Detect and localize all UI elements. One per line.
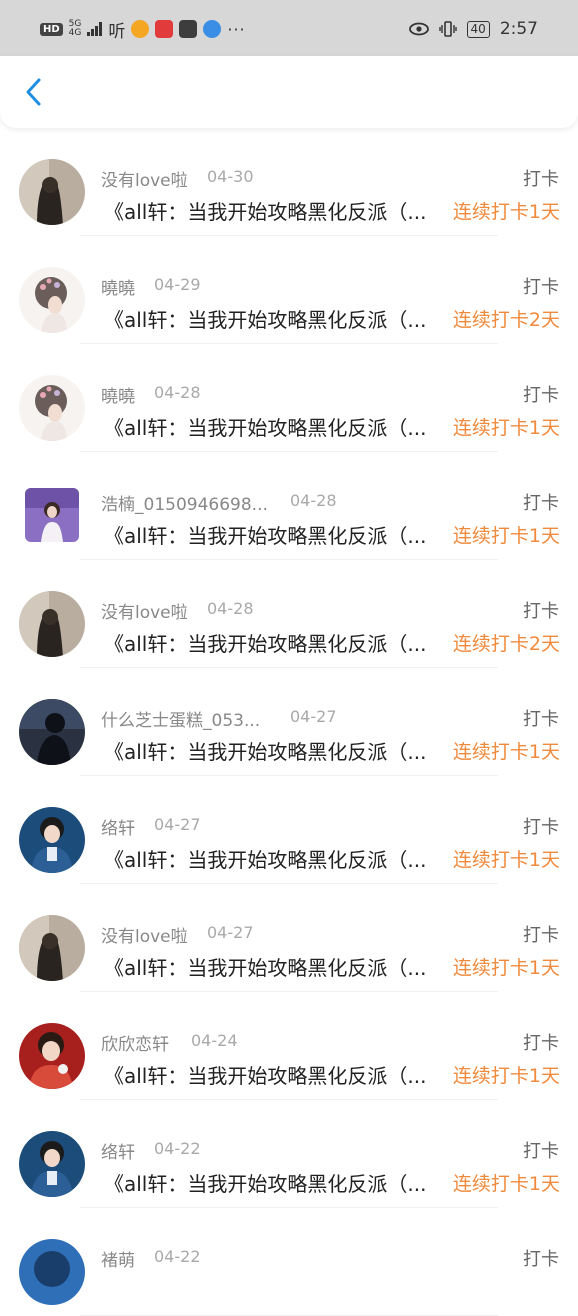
streak-label: 连续打卡1天 [452, 957, 560, 979]
username[interactable]: 没有love啦 [101, 598, 188, 623]
username[interactable]: 没有love啦 [101, 166, 188, 191]
book-title[interactable]: 《all轩：当我开始攻略黑化反派（... [104, 628, 449, 657]
browser-app-icon [203, 20, 222, 38]
streak-label: 连续打卡2天 [452, 633, 560, 655]
book-title[interactable]: 《all轩：当我开始攻略黑化反派（... [104, 1060, 449, 1089]
post-date: 04-28 [154, 383, 201, 402]
post-date: 04-27 [290, 707, 337, 726]
feed-item[interactable]: 曉曉 04-29 打卡 《all轩：当我开始攻略黑化反派（... 连续打卡2天 [0, 236, 578, 344]
red-app-icon [155, 20, 174, 38]
post-date: 04-22 [154, 1247, 201, 1266]
streak-label: 连续打卡1天 [452, 741, 560, 763]
checkin-tag: 打卡 [523, 925, 559, 946]
feed-item[interactable]: 什么芝士蛋糕_053... 04-27 打卡 《all轩：当我开始攻略黑化反派（… [0, 668, 578, 776]
avatar[interactable] [19, 699, 85, 765]
feed-item[interactable]: 络轩 04-22 打卡 《all轩：当我开始攻略黑化反派（... 连续打卡1天 [0, 1100, 578, 1208]
hd-badge: HD [40, 22, 63, 36]
username[interactable]: 欣欣恋轩 [101, 1030, 169, 1055]
listen-app-icon: 听 [108, 21, 126, 42]
checkin-tag: 打卡 [523, 709, 559, 730]
feed-item[interactable]: 没有love啦 04-30 打卡 《all轩：当我开始攻略黑化反派（... 连续… [0, 128, 578, 236]
weibo-icon [131, 20, 150, 38]
book-title[interactable]: 《all轩：当我开始攻略黑化反派（... [104, 520, 449, 549]
post-date: 04-30 [207, 167, 254, 186]
chevron-left-icon [26, 78, 41, 106]
streak-label: 连续打卡1天 [452, 849, 560, 871]
book-title[interactable]: 《all轩：当我开始攻略黑化反派（... [104, 952, 449, 981]
post-date: 04-28 [207, 599, 254, 618]
status-left: HD 5G 4G 听 ··· [40, 18, 246, 42]
streak-label: 连续打卡2天 [452, 309, 560, 331]
feed-item[interactable]: 浩楠_0150946698... 04-28 打卡 《all轩：当我开始攻略黑化… [0, 452, 578, 560]
post-date: 04-24 [191, 1031, 238, 1050]
book-title[interactable]: 《all轩：当我开始攻略黑化反派（... [104, 844, 449, 873]
username[interactable]: 浩楠_0150946698... [101, 490, 268, 515]
book-title[interactable]: 《all轩：当我开始攻略黑化反派（... [104, 304, 449, 333]
feed-item[interactable]: 褚萌 04-22 打卡 [0, 1208, 578, 1316]
avatar[interactable] [19, 1023, 85, 1089]
book-title[interactable]: 《all轩：当我开始攻略黑化反派（... [104, 1168, 449, 1197]
feed-item[interactable]: 曉曉 04-28 打卡 《all轩：当我开始攻略黑化反派（... 连续打卡1天 [0, 344, 578, 452]
avatar[interactable] [19, 1131, 85, 1197]
more-notifications-icon: ··· [227, 19, 246, 39]
clock: 2:57 [499, 19, 538, 39]
username[interactable]: 曉曉 [101, 382, 135, 407]
checkin-tag: 打卡 [523, 169, 559, 190]
battery-icon: 40 [466, 20, 490, 38]
checkin-tag: 打卡 [523, 817, 559, 838]
username[interactable]: 曉曉 [101, 274, 135, 299]
post-date: 04-27 [207, 923, 254, 942]
avatar[interactable] [19, 591, 85, 657]
avatar[interactable] [25, 488, 79, 542]
mail-app-icon [179, 20, 198, 38]
feed-item[interactable]: 络轩 04-27 打卡 《all轩：当我开始攻略黑化反派（... 连续打卡1天 [0, 776, 578, 884]
avatar[interactable] [19, 915, 85, 981]
checkin-tag: 打卡 [523, 601, 559, 622]
avatar[interactable] [19, 159, 85, 225]
post-date: 04-28 [290, 491, 337, 510]
streak-label: 连续打卡1天 [452, 417, 560, 439]
username[interactable]: 络轩 [101, 814, 135, 839]
streak-label: 连续打卡1天 [452, 1173, 560, 1195]
checkin-tag: 打卡 [523, 1249, 559, 1270]
streak-label: 连续打卡1天 [452, 1065, 560, 1087]
post-date: 04-27 [154, 815, 201, 834]
username[interactable]: 络轩 [101, 1138, 135, 1163]
feed-item[interactable]: 欣欣恋轩 04-24 打卡 《all轩：当我开始攻略黑化反派（... 连续打卡1… [0, 992, 578, 1100]
book-title[interactable]: 《all轩：当我开始攻略黑化反派（... [104, 196, 449, 225]
streak-label: 连续打卡1天 [452, 525, 560, 547]
avatar[interactable] [19, 375, 85, 441]
checkin-tag: 打卡 [523, 1033, 559, 1054]
app-bar [0, 56, 578, 128]
book-title[interactable]: 《all轩：当我开始攻略黑化反派（... [104, 736, 449, 765]
checkin-tag: 打卡 [523, 277, 559, 298]
username[interactable]: 褚萌 [101, 1246, 135, 1271]
checkin-tag: 打卡 [523, 493, 559, 514]
username[interactable]: 什么芝士蛋糕_053... [101, 706, 260, 731]
feed-item[interactable]: 没有love啦 04-28 打卡 《all轩：当我开始攻略黑化反派（... 连续… [0, 560, 578, 668]
avatar[interactable] [19, 267, 85, 333]
signal-icon [87, 22, 103, 36]
vibrate-icon [438, 21, 457, 37]
network-type: 5G 4G [68, 19, 82, 38]
eye-icon [408, 22, 429, 36]
feed-item[interactable]: 没有love啦 04-27 打卡 《all轩：当我开始攻略黑化反派（... 连续… [0, 884, 578, 992]
post-date: 04-22 [154, 1139, 201, 1158]
avatar[interactable] [19, 1239, 85, 1305]
username[interactable]: 没有love啦 [101, 922, 188, 947]
streak-label: 连续打卡1天 [452, 201, 560, 223]
checkin-tag: 打卡 [523, 385, 559, 406]
status-bar: HD 5G 4G 听 ··· 40 2:57 [0, 0, 578, 56]
status-right: 40 2:57 [408, 18, 538, 40]
avatar[interactable] [19, 807, 85, 873]
book-title[interactable]: 《all轩：当我开始攻略黑化反派（... [104, 412, 449, 441]
back-button[interactable] [18, 74, 48, 110]
checkin-feed: 没有love啦 04-30 打卡 《all轩：当我开始攻略黑化反派（... 连续… [0, 128, 578, 1316]
post-date: 04-29 [154, 275, 201, 294]
checkin-tag: 打卡 [523, 1141, 559, 1162]
